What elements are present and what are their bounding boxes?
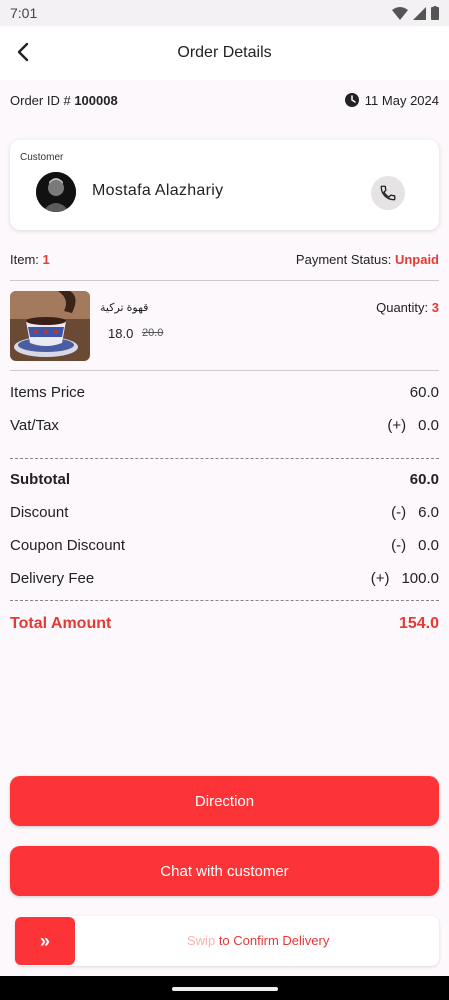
swipe-label-faded: Swip: [187, 933, 216, 948]
status-icons: [392, 6, 439, 20]
coupon-label: Coupon Discount: [10, 536, 126, 554]
order-id-value: 100008: [74, 92, 118, 108]
customer-name: Mostafa Alazhariy: [92, 182, 224, 199]
back-arrow-icon: [17, 42, 29, 62]
payment-status-label: Payment Status:: [295, 252, 392, 267]
subtotal-value: 60.0: [409, 470, 439, 488]
discount-row: Discount (-) 6.0: [10, 502, 439, 522]
swipe-to-confirm-slider[interactable]: » Swip to Confirm Delivery: [15, 916, 439, 966]
product-image: [10, 291, 90, 361]
items-price-value: 60.0: [409, 383, 439, 401]
coupon-sign: (-): [391, 536, 407, 554]
delivery-fee-row: Delivery Fee (+) 100.0: [10, 568, 439, 588]
quantity-value: 3: [431, 300, 439, 315]
total-label: Total Amount: [10, 615, 112, 632]
swipe-handle[interactable]: »: [15, 917, 75, 965]
items-row: Item: 1 Payment Status: Unpaid: [10, 252, 439, 270]
product-old-price: 20.0: [142, 327, 164, 339]
customer-photo: [36, 172, 76, 212]
items-price-label: Items Price: [10, 383, 86, 401]
clock-icon: [344, 93, 359, 107]
divider: [10, 370, 439, 371]
payment-status-value: Unpaid: [394, 252, 439, 267]
call-button[interactable]: [371, 176, 405, 210]
coupon-discount-row: Coupon Discount (-) 0.0: [10, 535, 439, 555]
order-date: 11 May 2024: [344, 92, 439, 108]
dashed-divider: [10, 458, 439, 459]
app-bar: Order Details: [0, 26, 449, 80]
total-amount-row: Total Amount 154.0: [10, 614, 439, 634]
back-button[interactable]: [10, 39, 36, 65]
chat-with-customer-button[interactable]: Chat with customer: [10, 846, 439, 896]
status-time: 7:01: [10, 5, 38, 21]
vat-row: Vat/Tax (+) 0.0: [10, 415, 439, 435]
dashed-divider: [10, 600, 439, 601]
discount-label: Discount: [10, 503, 69, 521]
customer-label: Customer: [20, 152, 64, 163]
subtotal-label: Subtotal: [10, 470, 70, 488]
subtotal-row: Subtotal 60.0: [10, 469, 439, 489]
product-name: قهوة تركية: [100, 302, 149, 314]
order-id: Order ID # 100008: [10, 93, 118, 108]
phone-icon: [380, 185, 396, 201]
item-count-label: Item:: [10, 252, 39, 267]
coffee-photo: [10, 291, 90, 361]
discount-value: 6.0: [418, 503, 439, 521]
coupon-value: 0.0: [418, 536, 439, 554]
total-value: 154.0: [398, 615, 439, 632]
discount-sign: (-): [391, 503, 407, 521]
swipe-label-text: to Confirm Delivery: [218, 933, 330, 948]
payment-status: Payment Status: Unpaid: [296, 252, 439, 270]
customer-card: Customer Mostafa Alazhariy: [10, 140, 439, 230]
items-price-row: Items Price 60.0: [10, 382, 439, 402]
status-bar: 7:01: [0, 0, 449, 26]
order-date-value: 11 May 2024: [364, 92, 439, 108]
item-count: Item: 1: [10, 252, 50, 270]
system-nav-bar: [0, 976, 449, 1000]
divider: [10, 280, 439, 281]
product-quantity: Quantity: 3: [376, 300, 439, 315]
order-id-label: Order ID #: [10, 92, 71, 108]
vat-label: Vat/Tax: [10, 416, 59, 434]
wifi-icon: [392, 6, 408, 20]
quantity-label: Quantity:: [376, 300, 429, 315]
product-price: 18.0: [108, 326, 134, 341]
delivery-sign: (+): [370, 569, 390, 587]
double-chevron-right-icon: »: [39, 930, 50, 951]
order-info-row: Order ID # 100008 11 May 2024: [10, 88, 439, 112]
delivery-value: 100.0: [401, 569, 439, 587]
signal-icon: [413, 6, 426, 20]
page-title: Order Details: [177, 44, 272, 61]
delivery-label: Delivery Fee: [10, 569, 95, 587]
vat-sign: (+): [387, 416, 407, 434]
swipe-label: Swip to Confirm Delivery: [187, 933, 329, 948]
home-indicator[interactable]: [172, 987, 278, 991]
battery-icon: [431, 6, 439, 20]
item-count-value: 1: [42, 252, 50, 267]
avatar: [36, 172, 76, 212]
direction-button[interactable]: Direction: [10, 776, 439, 826]
vat-value: 0.0: [418, 416, 439, 434]
